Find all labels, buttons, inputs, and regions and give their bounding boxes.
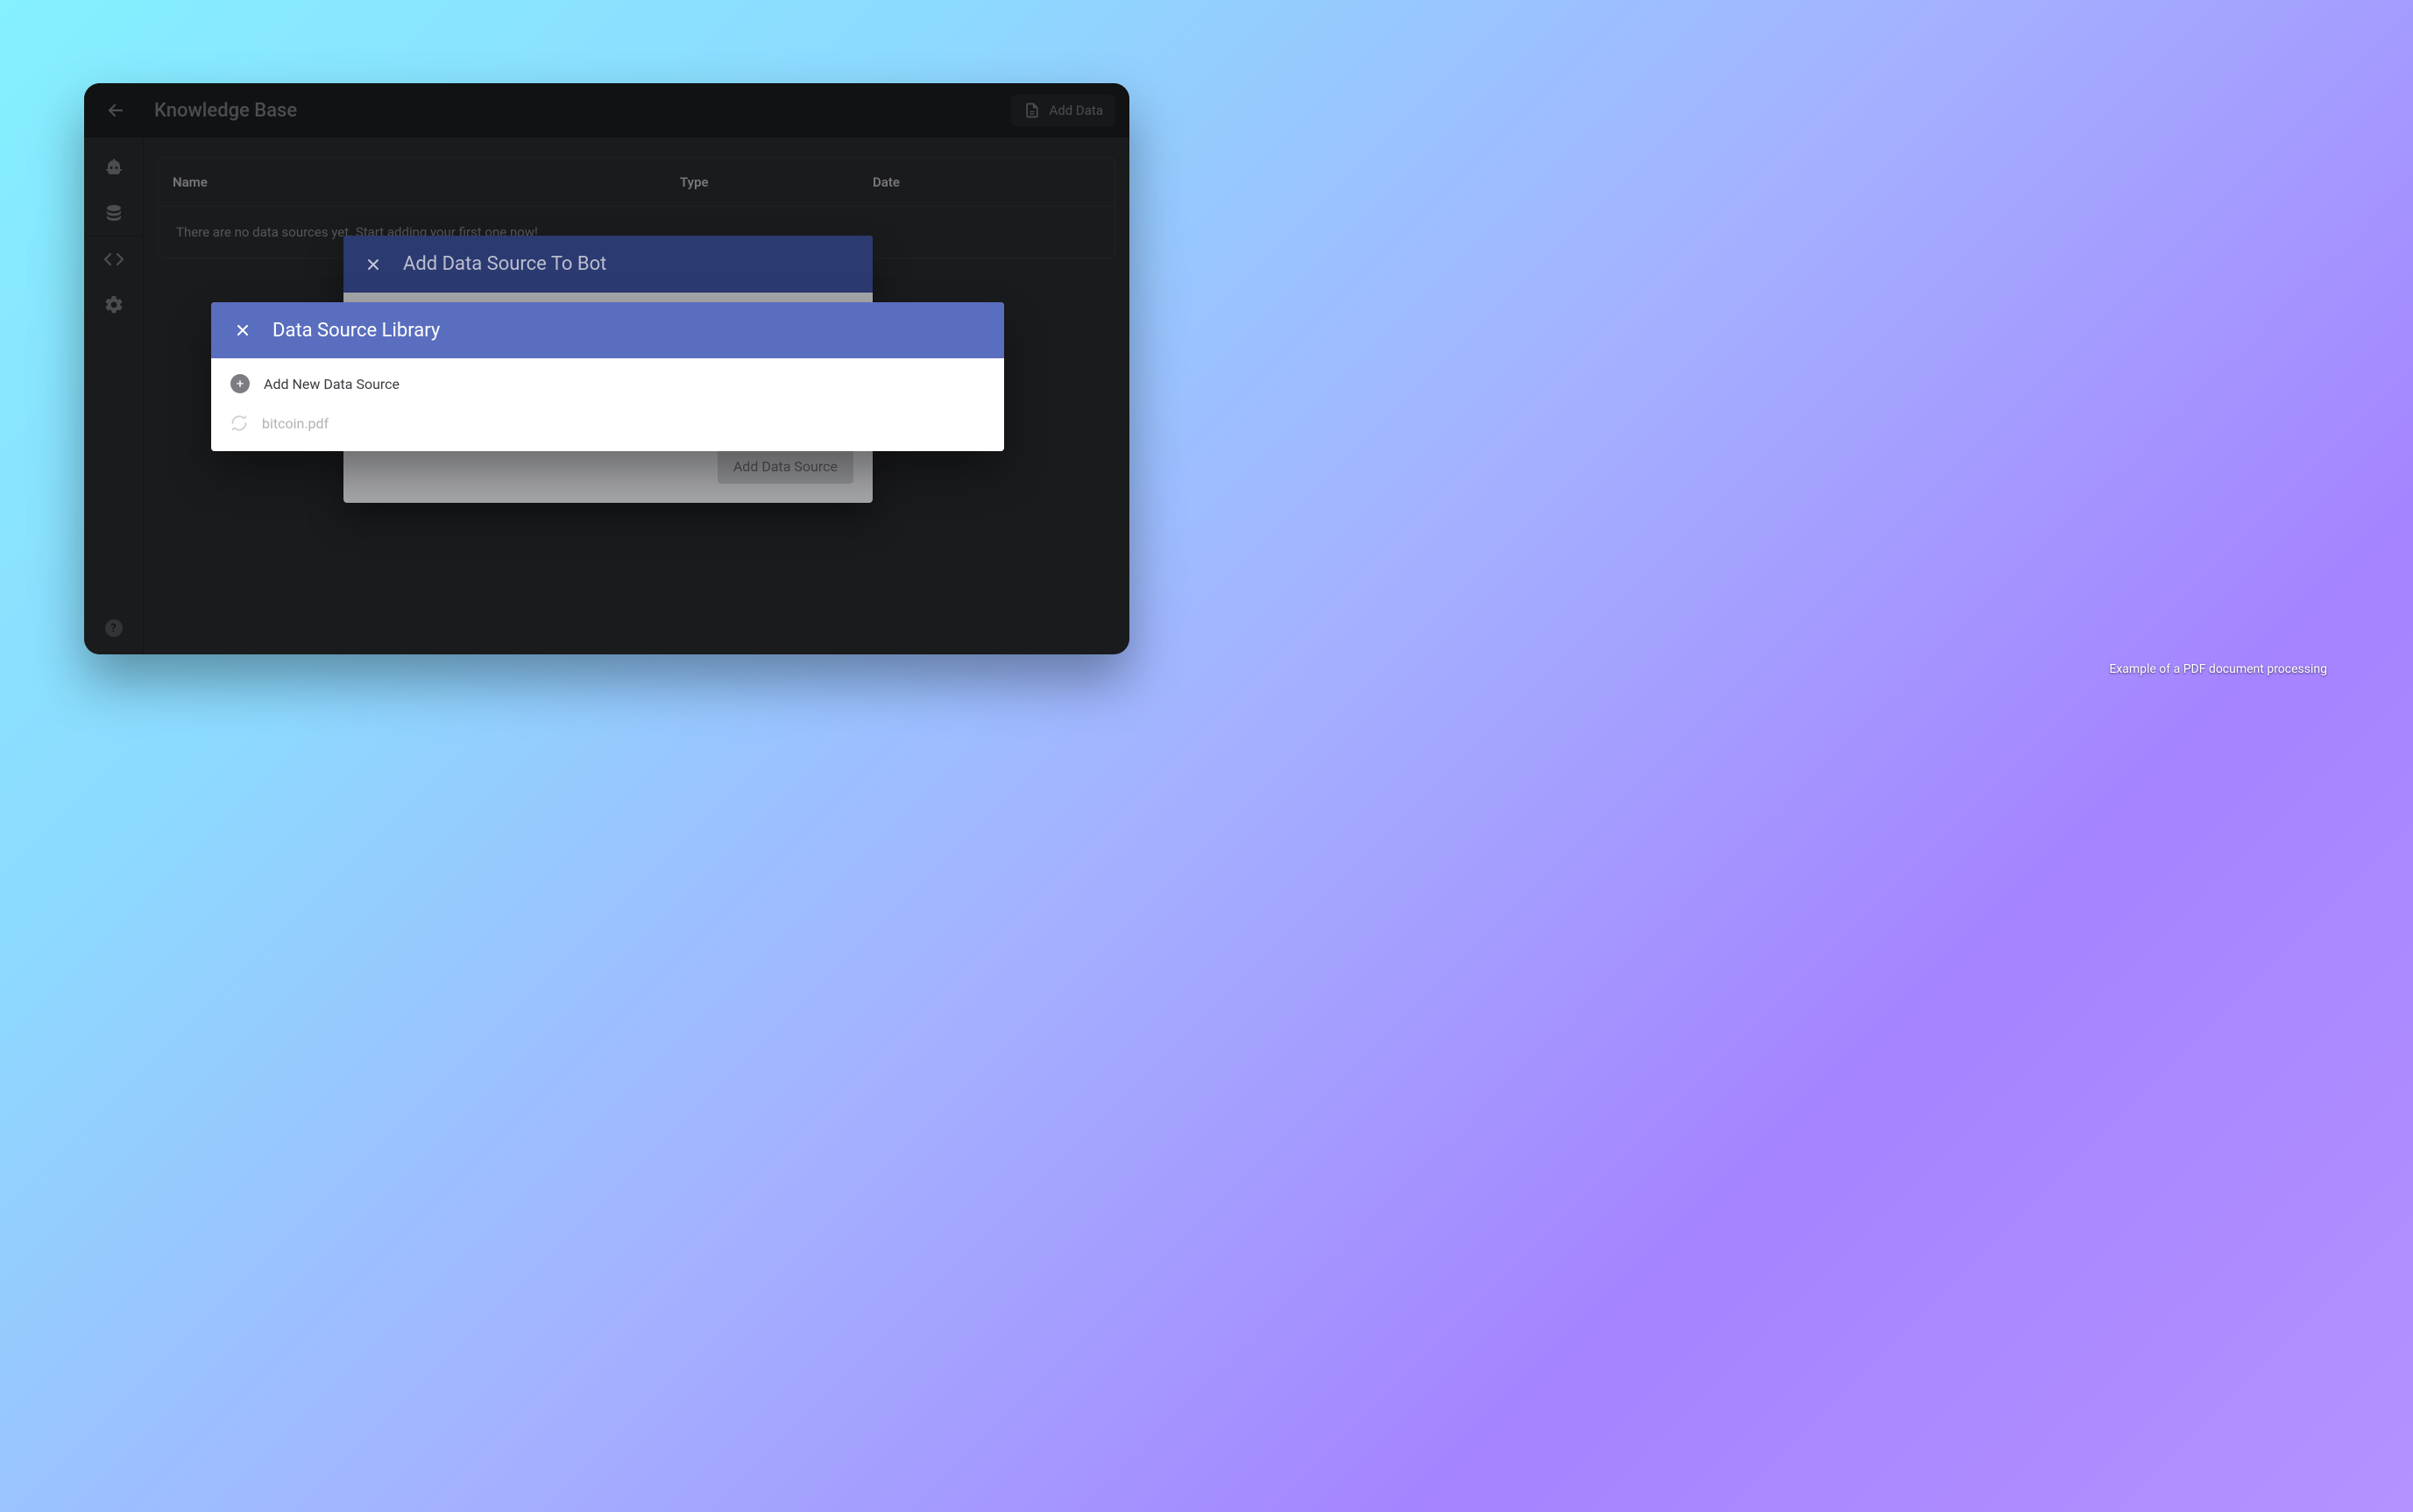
sync-icon — [230, 414, 248, 432]
data-source-list: + Add New Data Source bitcoin.pdf — [211, 358, 1004, 451]
close-icon — [364, 256, 382, 273]
data-source-library-modal: Data Source Library + Add New Data Sourc… — [211, 302, 1004, 451]
close-add-data-source-modal-button[interactable] — [363, 254, 384, 275]
close-icon — [234, 321, 251, 339]
add-new-data-source-item[interactable]: + Add New Data Source — [211, 364, 1004, 404]
caption-text: Example of a PDF document processing — [2109, 662, 2327, 676]
add-data-source-submit-label: Add Data Source — [733, 458, 838, 475]
add-data-source-modal-header: Add Data Source To Bot — [343, 236, 873, 293]
list-item-label: bitcoin.pdf — [262, 415, 329, 432]
data-source-library-title: Data Source Library — [272, 320, 440, 342]
data-source-file-item[interactable]: bitcoin.pdf — [211, 404, 1004, 442]
list-item-label: Add New Data Source — [264, 376, 400, 392]
add-data-source-submit-button[interactable]: Add Data Source — [718, 449, 853, 484]
plus-icon: + — [230, 374, 250, 393]
data-source-library-header: Data Source Library — [211, 302, 1004, 358]
add-data-source-modal-title: Add Data Source To Bot — [403, 253, 606, 275]
close-data-source-library-button[interactable] — [232, 320, 253, 341]
